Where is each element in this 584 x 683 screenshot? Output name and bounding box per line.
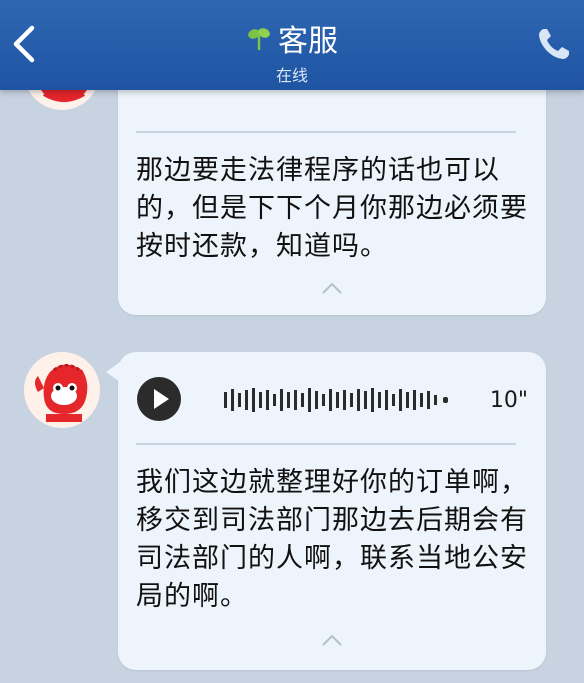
voice-duration: 10" [489,388,528,413]
message-text: 那边要走法律程序的话也可以的，但是下下个月你那边必须要按时还款，知道吗。 [136,155,528,262]
bubble-tail [106,362,120,382]
online-status: 在线 [275,66,308,85]
agent-avatar[interactable] [24,352,100,428]
sprout-icon [248,28,270,51]
collapse-chevron-icon[interactable] [320,633,344,647]
collapse-chevron-icon[interactable] [320,281,344,295]
message-text: 我们这边就整理好你的订单啊，移交到司法部门那边去后期会有司法部门的人啊，联系当地… [136,467,528,612]
divider [136,443,516,445]
message-bubble[interactable]: 10" 我们这边就整理好你的订单啊，移交到司法部门那边去后期会有司法部门的人啊，… [106,352,546,670]
waveform-icon [224,388,448,412]
mascot-icon [24,352,100,428]
chat-title: 客服 [278,24,338,59]
phone-icon[interactable] [534,24,574,64]
chat-header: 客服 在线 [0,0,584,90]
play-button[interactable] [136,376,182,422]
title-block: 客服 在线 [0,16,584,86]
divider [136,131,516,133]
voice-row: 10" [136,376,528,424]
